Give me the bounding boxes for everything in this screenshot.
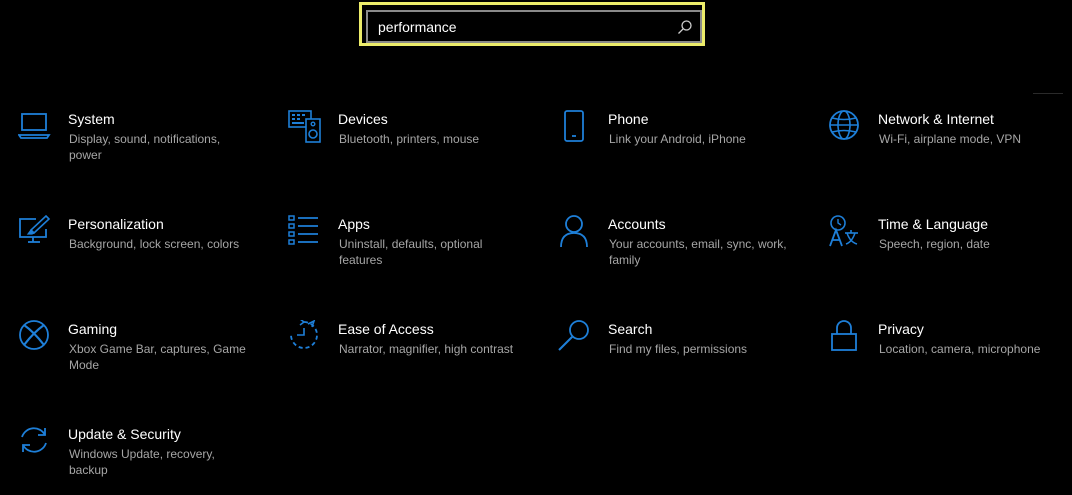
category-title: Time & Language: [878, 216, 988, 232]
category-description: Speech, region, date: [879, 237, 990, 251]
category-personalization[interactable]: Personalization Background, lock screen,…: [18, 215, 258, 295]
category-description: Link your Android, iPhone: [609, 132, 746, 146]
category-description: Wi-Fi, airplane mode, VPN: [879, 132, 1022, 146]
category-apps[interactable]: Apps Uninstall, defaults, optional featu…: [288, 215, 528, 295]
category-description: Find my files, permissions: [609, 342, 748, 356]
apps-list-icon: [288, 215, 322, 249]
category-title: Phone: [608, 111, 649, 127]
category-description: Narrator, magnifier, high contrast: [339, 342, 514, 356]
laptop-icon: [18, 110, 52, 144]
category-time-language[interactable]: Time & Language Speech, region, date: [828, 215, 1068, 295]
category-title: System: [68, 111, 115, 127]
category-title: Devices: [338, 111, 388, 127]
magnifier-icon: [558, 320, 592, 354]
category-ease-of-access[interactable]: Ease of Access Narrator, magnifier, high…: [288, 320, 528, 400]
category-title: Apps: [338, 216, 370, 232]
ease-of-access-icon: [288, 320, 322, 354]
category-title: Privacy: [878, 321, 924, 337]
category-description: Location, camera, microphone: [879, 342, 1041, 356]
paint-monitor-icon: [18, 215, 52, 249]
category-phone[interactable]: Phone Link your Android, iPhone: [558, 110, 798, 190]
category-update-security[interactable]: Update & Security Windows Update, recove…: [18, 425, 258, 495]
category-description: Display, sound, notifications, power: [69, 132, 221, 162]
category-title: Personalization: [68, 216, 164, 232]
category-search[interactable]: Search Find my files, permissions: [558, 320, 798, 400]
category-description: Your accounts, email, sync, work, family: [609, 237, 787, 267]
xbox-icon: [18, 320, 52, 354]
category-description: Windows Update, recovery, backup: [69, 447, 215, 477]
time-language-icon: [828, 215, 862, 249]
settings-home: System Display, sound, notifications, po…: [0, 0, 1072, 495]
category-description: Uninstall, defaults, optional features: [339, 237, 483, 267]
category-gaming[interactable]: Gaming Xbox Game Bar, captures, Game Mod…: [18, 320, 258, 400]
sync-icon: [18, 425, 52, 459]
lock-icon: [828, 320, 862, 354]
category-accounts[interactable]: Accounts Your accounts, email, sync, wor…: [558, 215, 798, 295]
person-icon: [558, 215, 592, 249]
category-title: Gaming: [68, 321, 118, 337]
search-box[interactable]: [366, 10, 702, 43]
category-network-internet[interactable]: Network & Internet Wi-Fi, airplane mode,…: [828, 110, 1068, 190]
category-title: Accounts: [608, 216, 666, 232]
category-title: Update & Security: [68, 426, 181, 442]
keyboard-speaker-icon: [288, 110, 322, 144]
category-title: Ease of Access: [338, 321, 434, 337]
category-description: Background, lock screen, colors: [69, 237, 240, 251]
category-privacy[interactable]: Privacy Location, camera, microphone: [828, 320, 1068, 400]
category-description: Bluetooth, printers, mouse: [339, 132, 480, 146]
category-title: Search: [608, 321, 653, 337]
phone-icon: [558, 110, 592, 144]
category-devices[interactable]: Devices Bluetooth, printers, mouse: [288, 110, 528, 190]
divider: [1033, 93, 1063, 94]
category-description: Xbox Game Bar, captures, Game Mode: [69, 342, 246, 372]
globe-icon: [828, 110, 862, 144]
search-input[interactable]: [378, 12, 668, 41]
search-icon[interactable]: [677, 19, 693, 35]
category-system[interactable]: System Display, sound, notifications, po…: [18, 110, 258, 190]
category-title: Network & Internet: [878, 111, 994, 127]
